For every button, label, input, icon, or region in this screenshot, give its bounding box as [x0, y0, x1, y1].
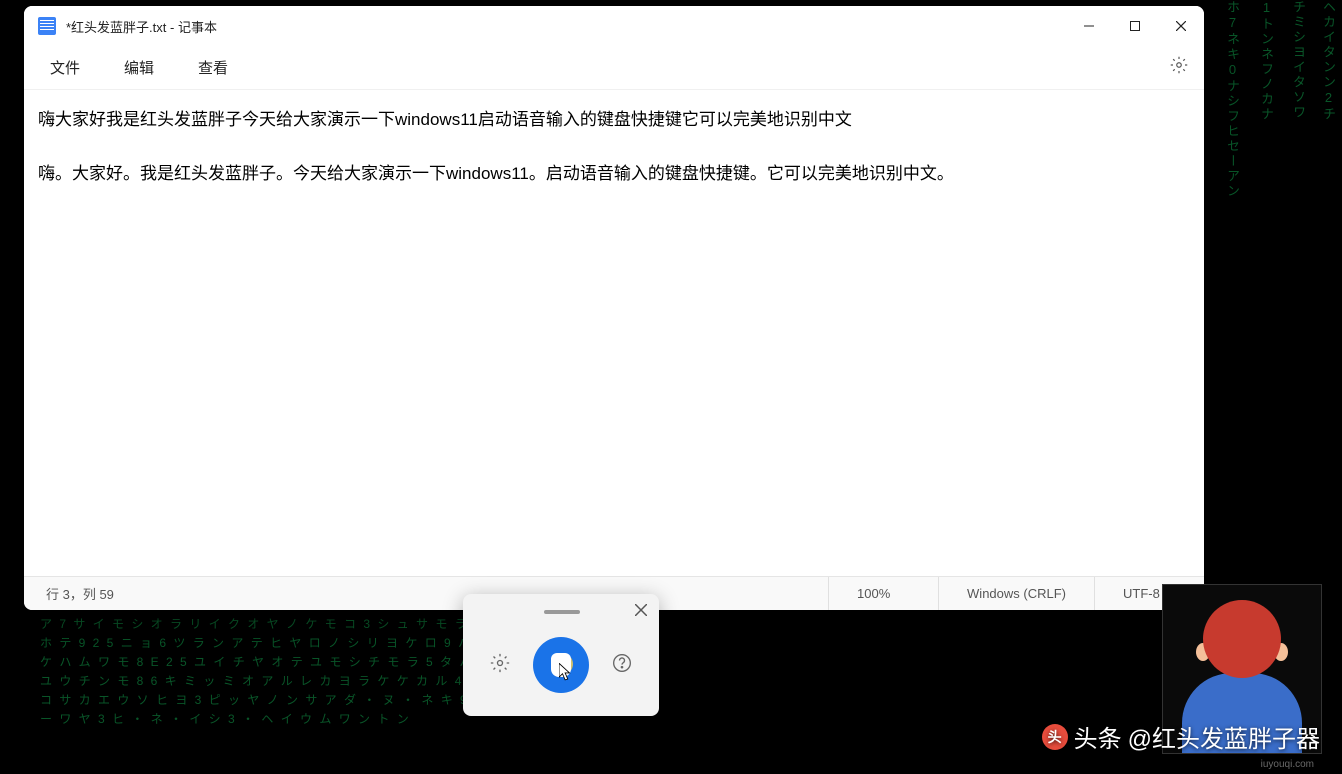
avatar-head — [1203, 600, 1281, 678]
matrix-rain: チミシヨイタソワ — [1290, 0, 1306, 120]
mic-icon — [551, 653, 571, 677]
menubar: 文件 编辑 查看 — [24, 46, 1204, 90]
minimize-button[interactable] — [1066, 6, 1112, 46]
status-cursor-position: 行 3，列 59 — [24, 584, 828, 603]
voice-settings-button[interactable] — [486, 649, 514, 682]
matrix-rain: 1トンネフノカナ — [1258, 0, 1274, 122]
menu-edit[interactable]: 编辑 — [114, 51, 164, 84]
text-editor[interactable]: 嗨大家好我是红头发蓝胖子今天给大家演示一下windows11启动语音输入的键盘快… — [24, 90, 1204, 576]
voice-help-button[interactable] — [608, 649, 636, 682]
menu-view[interactable]: 查看 — [188, 51, 238, 84]
notepad-icon — [38, 17, 56, 35]
maximize-button[interactable] — [1112, 6, 1158, 46]
settings-button[interactable] — [1164, 50, 1194, 85]
watermark-url: iuyouqi.com — [1261, 759, 1314, 770]
matrix-rain: ヘカイタンン2チ — [1320, 0, 1336, 122]
watermark-icon: 头 — [1042, 724, 1068, 750]
window-title: *红头发蓝胖子.txt - 记事本 — [66, 17, 217, 36]
matrix-rain: ホ7ネキ0ナシフヒセーアン — [1224, 0, 1240, 199]
watermark-handle: @红头发蓝胖子器 — [1128, 719, 1320, 754]
watermark: 头 头条 @红头发蓝胖子器 — [1042, 719, 1320, 754]
notepad-window: *红头发蓝胖子.txt - 记事本 文件 编辑 查看 嗨大 — [24, 6, 1204, 610]
close-button[interactable] — [1158, 6, 1204, 46]
titlebar[interactable]: *红头发蓝胖子.txt - 记事本 — [24, 6, 1204, 46]
drag-handle[interactable] — [544, 610, 580, 614]
voice-close-button[interactable] — [635, 603, 647, 621]
status-zoom[interactable]: 100% — [828, 577, 938, 610]
status-line-ending: Windows (CRLF) — [938, 577, 1094, 610]
watermark-label: 头条 — [1074, 719, 1122, 754]
menu-file[interactable]: 文件 — [40, 51, 90, 84]
voice-input-panel[interactable] — [463, 594, 659, 716]
microphone-button[interactable] — [533, 637, 589, 693]
